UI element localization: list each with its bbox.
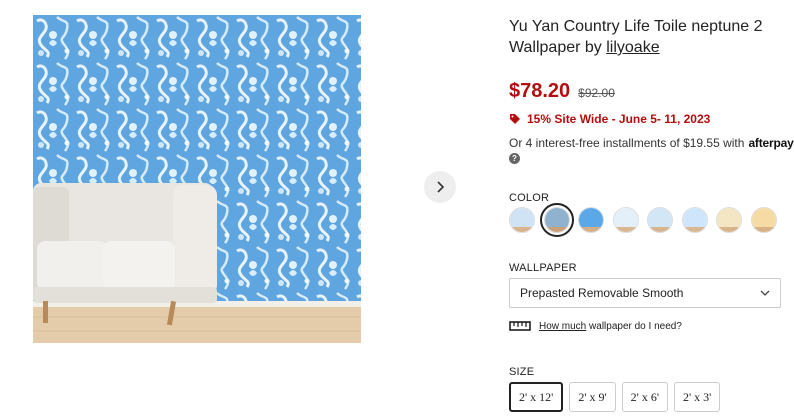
wallpaper-type-select[interactable]: Prepasted Removable Smooth xyxy=(509,278,781,308)
swatch-pattern xyxy=(717,208,741,227)
color-swatch[interactable] xyxy=(509,207,535,233)
price-tag-icon xyxy=(510,114,520,124)
swatch-pattern xyxy=(751,208,776,227)
swatch-floor xyxy=(682,226,707,232)
how-much-row: How much wallpaper do I need? xyxy=(509,320,682,332)
original-price: $92.00 xyxy=(578,86,615,100)
size-option-button[interactable]: 2' x 3' xyxy=(673,382,721,412)
chevron-down-icon xyxy=(760,290,770,296)
ruler-icon xyxy=(509,321,531,331)
color-label: COLOR xyxy=(509,192,550,204)
swatch-floor xyxy=(717,226,741,232)
color-swatch[interactable] xyxy=(578,207,604,233)
color-swatch[interactable] xyxy=(681,207,708,233)
size-label: SIZE xyxy=(509,366,535,378)
size-option-button[interactable]: 2' x 9' xyxy=(569,382,616,412)
size-option-button[interactable]: 2' x 12' xyxy=(509,382,564,412)
wallpaper-label: WALLPAPER xyxy=(509,262,577,274)
swatch-floor xyxy=(751,226,776,232)
room-preview-image xyxy=(33,15,361,343)
how-much-link[interactable]: How much xyxy=(539,321,586,332)
afterpay-logo: afterpay xyxy=(748,136,794,150)
size-option-list: 2' x 12' 2' x 9' 2' x 6' 2' x 3' xyxy=(509,382,721,412)
swatch-floor xyxy=(579,226,603,232)
color-swatch[interactable] xyxy=(716,207,742,233)
how-much-text: How much wallpaper do I need? xyxy=(539,321,682,332)
swatch-floor xyxy=(648,226,672,232)
installments-text: Or 4 interest-free installments of $19.5… xyxy=(509,136,745,150)
how-much-rest: wallpaper do I need? xyxy=(589,320,682,332)
sale-text: 15% Site Wide - June 5- 11, 2023 xyxy=(527,112,711,126)
swatch-pattern xyxy=(579,208,603,227)
color-swatch[interactable] xyxy=(647,207,673,233)
swatch-pattern xyxy=(544,208,569,227)
color-swatch[interactable] xyxy=(750,207,777,233)
swatch-pattern xyxy=(613,208,638,227)
product-image[interactable] xyxy=(33,15,361,343)
price-row: $78.20 $92.00 xyxy=(509,80,615,103)
color-swatch-list xyxy=(509,203,777,237)
swatch-floor xyxy=(544,226,569,232)
swatch-pattern xyxy=(682,208,707,227)
afterpay-info: Or 4 interest-free installments of $19.5… xyxy=(509,136,794,150)
color-swatch[interactable] xyxy=(539,203,574,237)
swatch-pattern xyxy=(510,208,534,227)
size-option-button[interactable]: 2' x 6' xyxy=(621,382,668,412)
swatch-floor xyxy=(613,226,638,232)
sale-price: $78.20 xyxy=(509,80,571,102)
swatch-pattern xyxy=(648,208,672,227)
color-swatch[interactable] xyxy=(612,207,639,233)
swatch-floor xyxy=(510,226,534,232)
product-title: Yu Yan Country Life Toile neptune 2 Wall… xyxy=(509,16,794,58)
chevron-right-icon xyxy=(437,181,445,193)
sale-banner: 15% Site Wide - June 5- 11, 2023 xyxy=(509,112,710,126)
help-icon[interactable]: ? xyxy=(509,153,520,164)
wallpaper-type-value: Prepasted Removable Smooth xyxy=(520,286,684,300)
designer-link[interactable]: lilyoake xyxy=(606,39,659,56)
next-image-button[interactable] xyxy=(424,171,456,203)
